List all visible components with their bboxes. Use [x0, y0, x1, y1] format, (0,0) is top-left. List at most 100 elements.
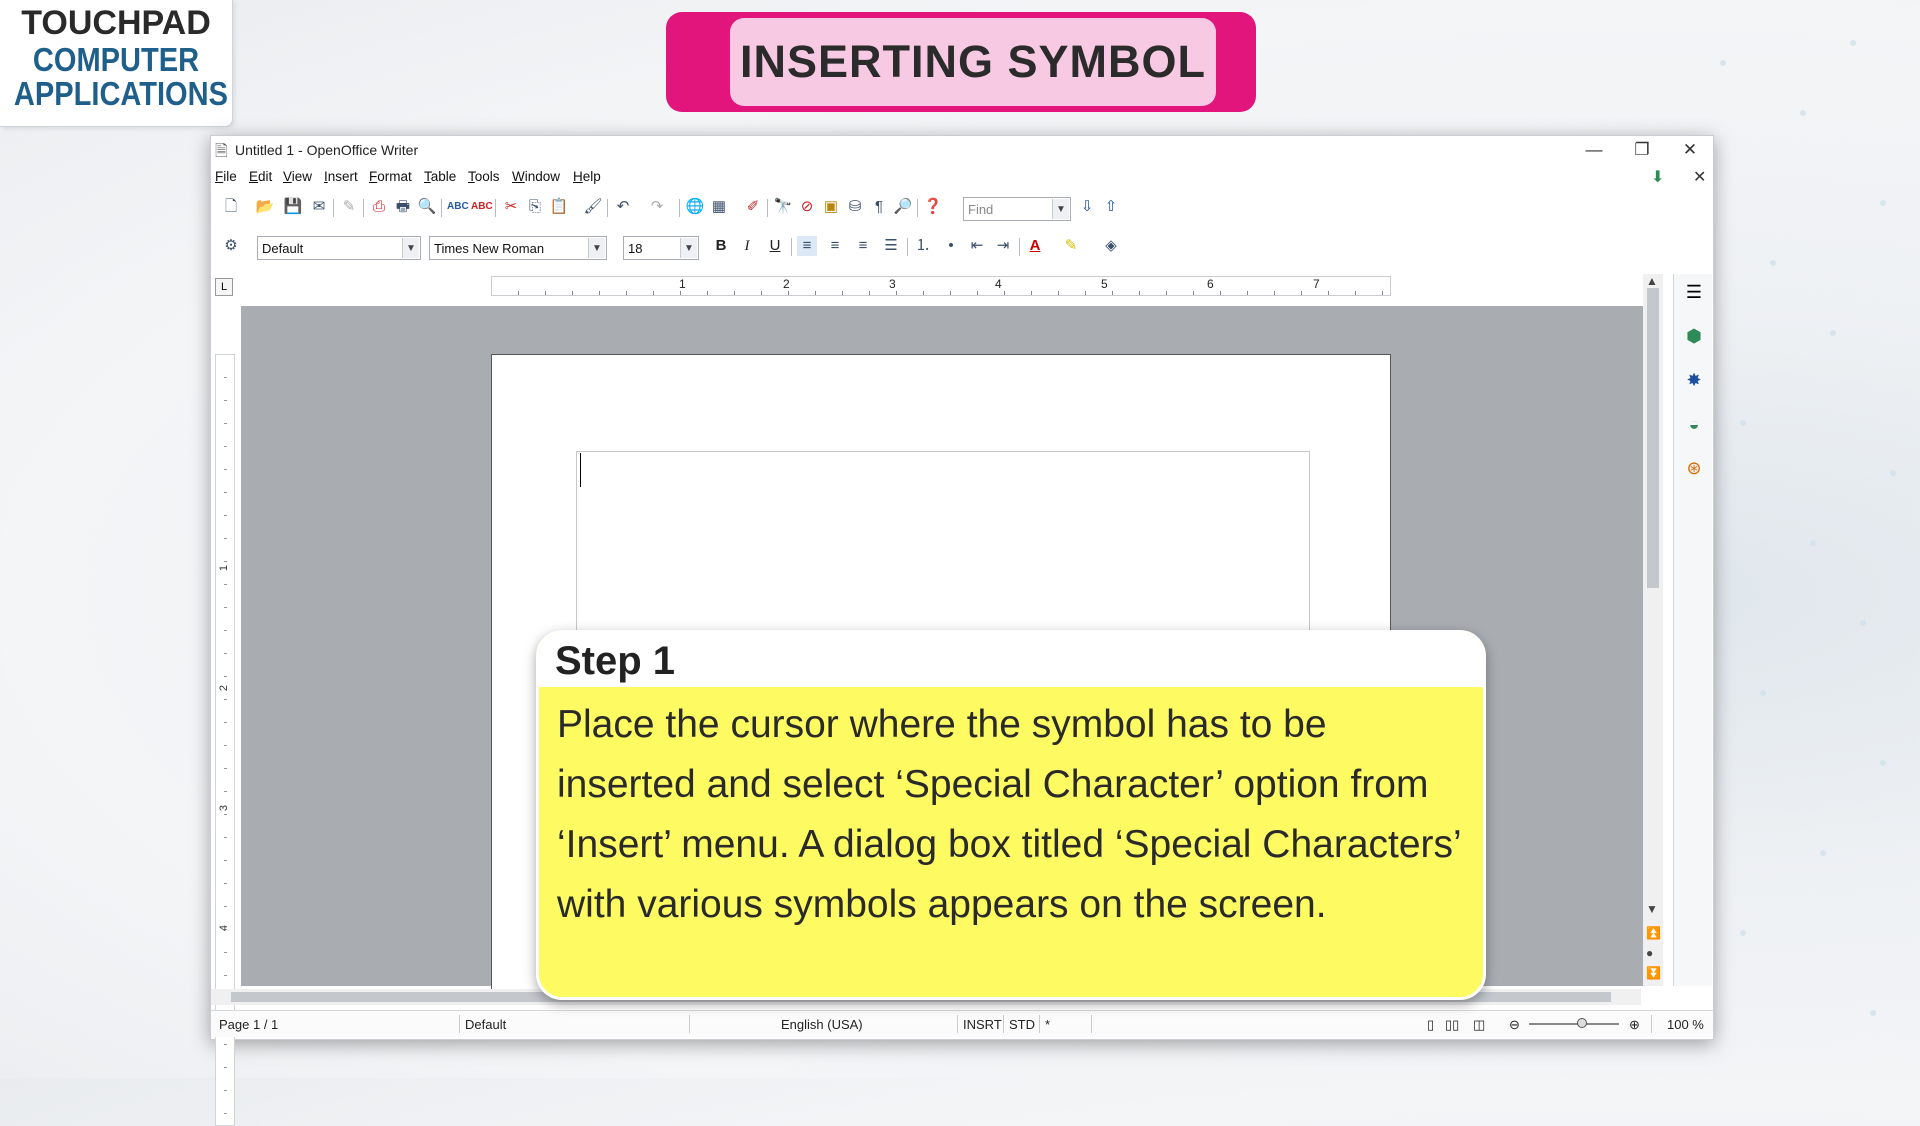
font-color-button[interactable]: A [1025, 236, 1045, 256]
open-icon[interactable]: 📂 [255, 197, 275, 217]
find-dropdown-icon[interactable]: ▼ [1052, 199, 1069, 219]
zoom-level[interactable]: 100 % [1667, 1017, 1704, 1032]
zoom-in-icon[interactable]: ⊕ [1629, 1017, 1640, 1033]
multi-page-view-icon[interactable]: ▯▯ [1445, 1017, 1459, 1033]
navigator-sidebar-icon[interactable]: ⊛ [1682, 456, 1706, 480]
highlighting-icon[interactable]: ✎ [1061, 236, 1081, 256]
justify-icon[interactable]: ☰ [881, 236, 901, 256]
email-icon[interactable]: ✉ [309, 197, 329, 217]
undo-icon[interactable]: ↶ [613, 197, 633, 217]
gallery-icon[interactable]: ▣ [821, 197, 841, 217]
find-replace-icon[interactable]: 🔭 [773, 197, 793, 217]
selection-mode[interactable]: STD [1009, 1017, 1035, 1032]
navigation-icon[interactable]: ● [1646, 946, 1653, 960]
minimize-button[interactable]: — [1571, 136, 1617, 164]
paragraph-style-select[interactable]: Default ▼ [257, 236, 421, 260]
page-count: Page 1 / 1 [219, 1017, 279, 1032]
horizontal-ruler[interactable] [491, 276, 1391, 296]
export-pdf-icon[interactable]: ⎙ [369, 197, 389, 217]
cut-icon[interactable]: ✂ [501, 197, 521, 217]
align-right-icon[interactable]: ≡ [853, 236, 873, 256]
menu-format[interactable]: Format [369, 169, 412, 184]
menu-insert[interactable]: Insert [324, 169, 358, 184]
restore-button[interactable]: ❐ [1619, 136, 1665, 164]
styles-formatting-icon[interactable]: ⚙ [221, 236, 241, 256]
help-icon[interactable]: ❓ [923, 197, 943, 217]
data-sources-icon[interactable]: ⛁ [845, 197, 865, 217]
menu-view[interactable]: View [283, 169, 312, 184]
styles-icon[interactable]: ✸ [1682, 368, 1706, 392]
align-left-icon[interactable]: ≡ [797, 236, 817, 256]
properties-icon[interactable]: ⬢ [1682, 324, 1706, 348]
chevron-down-icon[interactable]: ▼ [588, 238, 605, 258]
font-name-value: Times New Roman [434, 241, 545, 256]
paste-icon[interactable]: 📋 [549, 197, 569, 217]
align-center-icon[interactable]: ≡ [825, 236, 845, 256]
clone-formatting-icon[interactable]: 🖌 [583, 197, 603, 217]
draw-functions-icon[interactable]: ✐ [743, 197, 763, 217]
edit-file-icon[interactable]: ✎ [339, 197, 359, 217]
save-icon[interactable]: 💾 [283, 197, 303, 217]
formatting-marks-icon[interactable]: ¶ [869, 197, 889, 217]
document-icon: 🗎 [215, 143, 228, 160]
new-document-icon[interactable]: 🗋 [221, 197, 241, 217]
vertical-scrollbar[interactable]: ▲ ▼ ⏫ ● ⏬ [1643, 274, 1663, 986]
banner-title: INSERTING SYMBOL [730, 18, 1216, 106]
previous-page-icon[interactable]: ⏫ [1646, 926, 1661, 940]
print-preview-icon[interactable]: 🔍 [417, 197, 437, 217]
chevron-down-icon[interactable]: ▼ [680, 238, 697, 258]
font-size-select[interactable]: 18 ▼ [623, 236, 699, 260]
zoom-out-icon[interactable]: ⊖ [1509, 1017, 1520, 1033]
redo-icon[interactable]: ↷ [647, 197, 667, 217]
background-color-icon[interactable]: ◈ [1101, 236, 1121, 256]
find-previous-icon[interactable]: ⇧ [1101, 197, 1121, 217]
print-icon[interactable]: 🖶 [393, 197, 413, 217]
font-name-select[interactable]: Times New Roman ▼ [429, 236, 607, 260]
gallery-sidebar-icon[interactable]: ◒ [1682, 412, 1706, 436]
underline-button[interactable]: U [765, 236, 785, 256]
single-page-view-icon[interactable]: ▯ [1427, 1017, 1434, 1033]
chevron-down-icon[interactable]: ▼ [402, 238, 419, 258]
next-page-icon[interactable]: ⏬ [1646, 966, 1661, 980]
insert-mode[interactable]: INSRT [963, 1017, 1002, 1032]
decrease-indent-icon[interactable]: ⇤ [967, 236, 987, 256]
spellcheck-icon[interactable]: ABC [447, 197, 469, 217]
hyperlink-icon[interactable]: 🌐 [685, 197, 705, 217]
menu-table[interactable]: Table [424, 169, 456, 184]
tab-stop-selector[interactable]: L [215, 278, 233, 296]
menu-file[interactable]: File [215, 169, 237, 184]
copy-icon[interactable]: ⎘ [525, 197, 545, 217]
bullets-icon[interactable]: • [941, 236, 961, 256]
zoom-slider-handle[interactable] [1577, 1018, 1587, 1028]
increase-indent-icon[interactable]: ⇥ [993, 236, 1013, 256]
zoom-icon[interactable]: 🔎 [893, 197, 913, 217]
find-input[interactable]: Find ▼ [963, 197, 1071, 221]
menu-edit[interactable]: Edit [249, 169, 272, 184]
menu-help[interactable]: Help [573, 169, 601, 184]
touchpad-logo: TOUCHPAD COMPUTER APPLICATIONS [0, 0, 233, 127]
close-document-icon[interactable]: ✕ [1693, 167, 1706, 187]
scroll-thumb[interactable] [1647, 288, 1659, 588]
navigator-icon[interactable]: ⊘ [797, 197, 817, 217]
table-icon[interactable]: ▦ [709, 197, 729, 217]
page-style[interactable]: Default [465, 1017, 506, 1032]
autospellcheck-icon[interactable]: ABC [471, 197, 493, 217]
update-icon[interactable]: ⬇ [1651, 167, 1664, 187]
menu-window[interactable]: Window [512, 169, 560, 184]
sidebar-menu-icon[interactable]: ☰ [1682, 280, 1706, 304]
step-description: Place the cursor where the symbol has to… [557, 703, 1461, 926]
ruler-number: 1 [679, 277, 686, 291]
scroll-down-icon[interactable]: ▼ [1646, 902, 1658, 916]
numbering-icon[interactable]: ⒈ [913, 236, 933, 256]
close-button[interactable]: ✕ [1667, 136, 1713, 164]
find-next-icon[interactable]: ⇩ [1077, 197, 1097, 217]
book-view-icon[interactable]: ◫ [1473, 1017, 1485, 1033]
ruler-number: 7 [1313, 277, 1320, 291]
menu-tools[interactable]: Tools [468, 169, 500, 184]
italic-button[interactable]: I [737, 236, 757, 256]
language[interactable]: English (USA) [781, 1017, 863, 1032]
vruler-number: 2 [218, 684, 231, 692]
scroll-up-icon[interactable]: ▲ [1646, 274, 1658, 288]
bold-button[interactable]: B [711, 236, 731, 256]
zoom-slider-track[interactable] [1529, 1023, 1619, 1025]
